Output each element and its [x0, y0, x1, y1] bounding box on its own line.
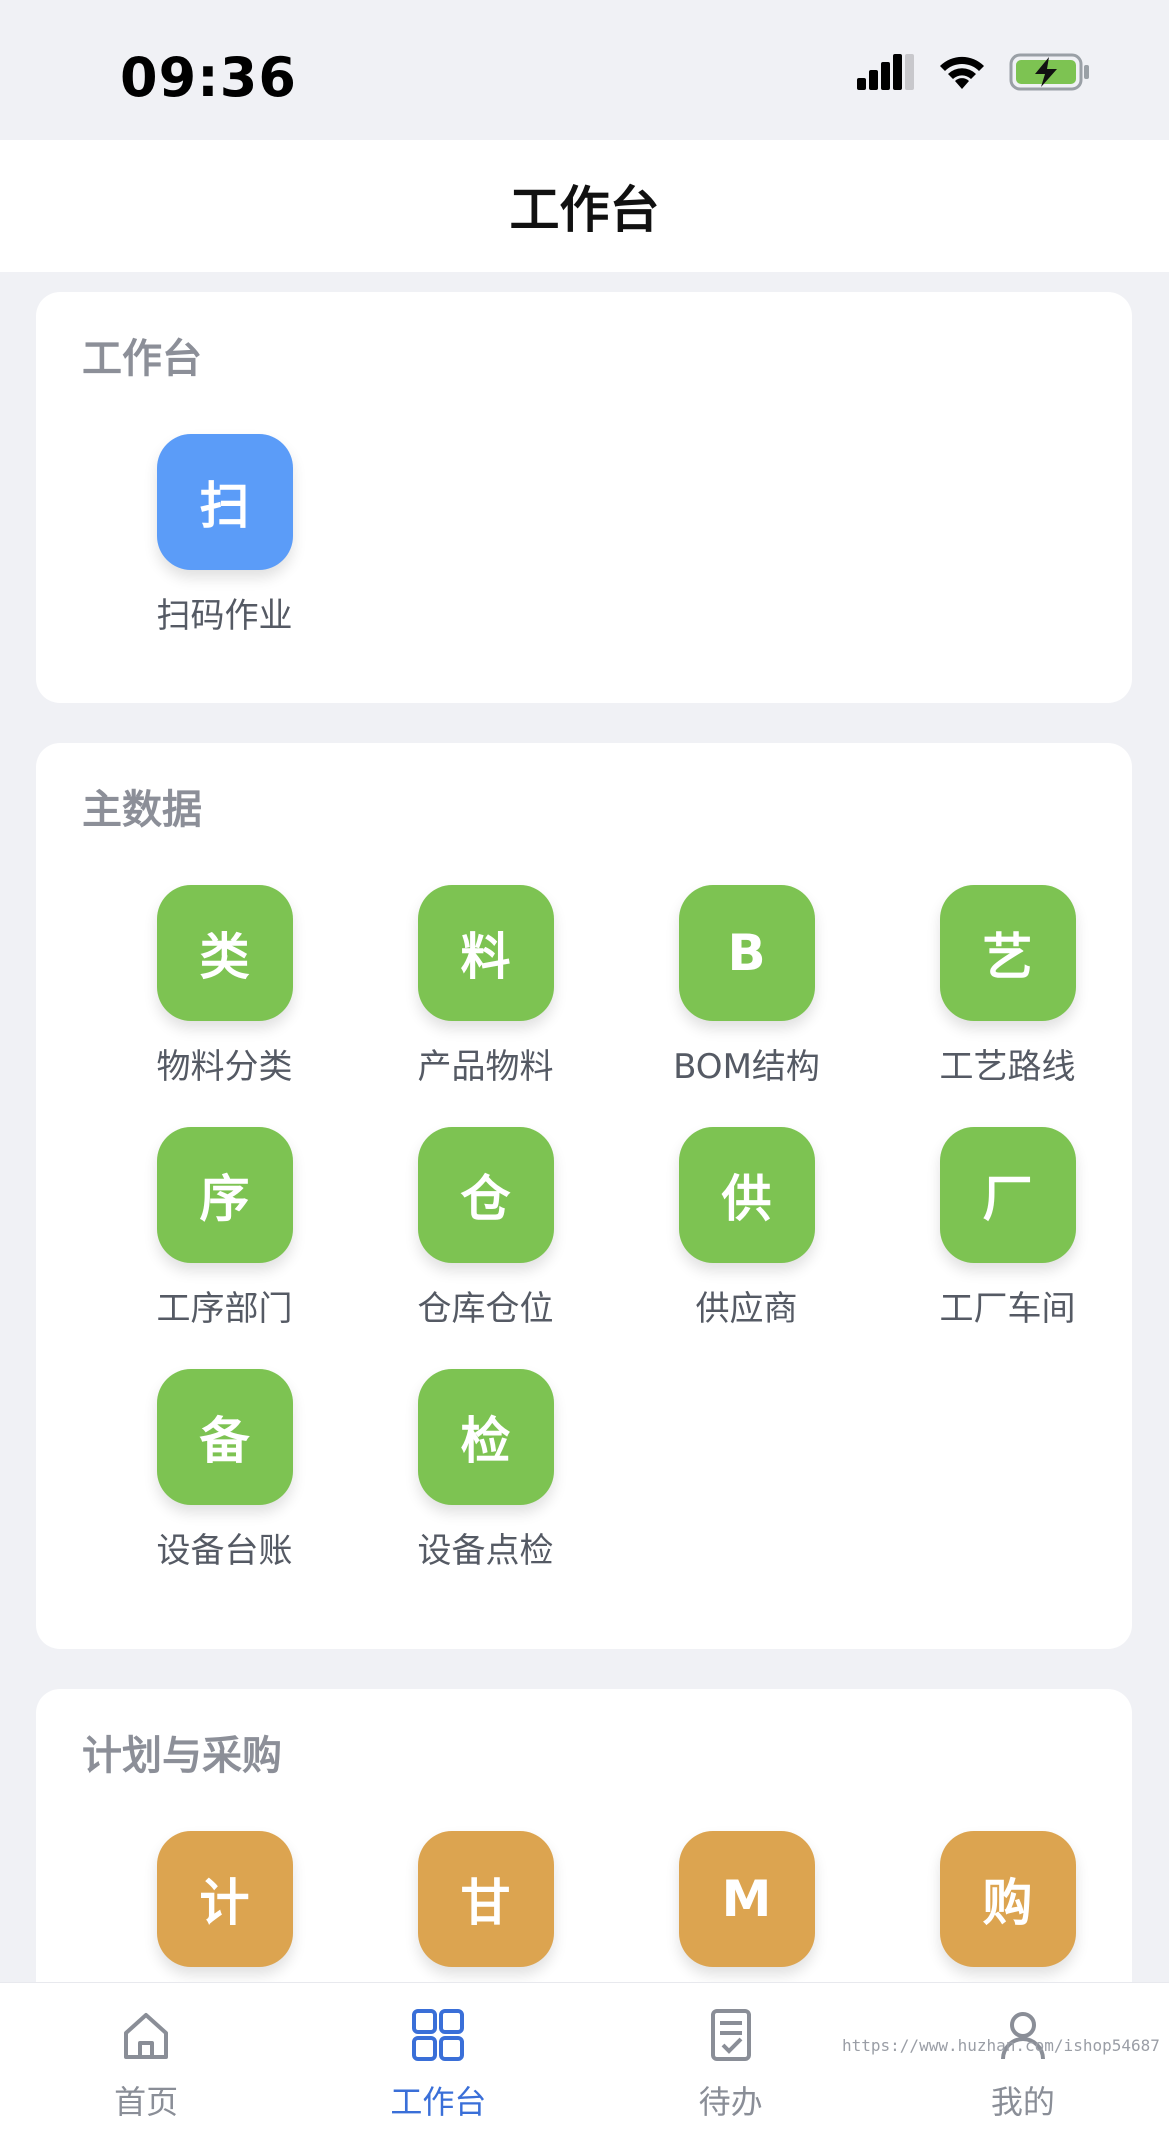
app-factory-workshop[interactable]: 厂 工厂车间: [877, 1127, 1138, 1329]
page-title: 工作台: [509, 181, 660, 239]
app-process-route[interactable]: 艺 工艺路线: [877, 885, 1138, 1087]
app-process-department[interactable]: 序 工序部门: [94, 1127, 355, 1329]
app-label: 工艺路线: [939, 1047, 1076, 1087]
app-tile-icon[interactable]: 计: [156, 1831, 293, 1967]
section-title: 计划与采购: [82, 1733, 282, 1779]
app-label: 设备台账: [156, 1531, 293, 1571]
app-mrp[interactable]: M: [616, 1831, 877, 1967]
app-material-category[interactable]: 类 物料分类: [94, 885, 355, 1087]
app-label: 产品物料: [417, 1047, 554, 1087]
app-tile-icon[interactable]: 备: [156, 1369, 293, 1505]
nav-bar: 工作台: [0, 140, 1169, 272]
app-bom-structure[interactable]: B BOM结构: [616, 885, 877, 1087]
status-bar: 09:36: [0, 0, 1169, 140]
app-warehouse-location[interactable]: 仓 仓库仓位: [355, 1127, 616, 1329]
battery-charging-icon: [1009, 53, 1089, 91]
app-tile-icon[interactable]: 艺: [939, 885, 1076, 1021]
app-label: 设备点检: [417, 1531, 554, 1571]
app-label: 工厂车间: [939, 1289, 1076, 1329]
tab-workbench[interactable]: 工作台: [292, 1983, 584, 2139]
app-product-material[interactable]: 料 产品物料: [355, 885, 616, 1087]
todo-icon: [710, 2009, 751, 2061]
app-label: 物料分类: [156, 1047, 293, 1087]
section-card-planning-purchasing: 计划与采购 计 甘 M 购: [36, 1689, 1132, 2009]
app-label: 扫码作业: [156, 596, 293, 636]
app-tile-icon[interactable]: 检: [417, 1369, 554, 1505]
user-icon: [1000, 2012, 1045, 2060]
app-tile-icon[interactable]: M: [678, 1831, 815, 1967]
app-tile-icon[interactable]: 序: [156, 1127, 293, 1263]
app-label: 仓库仓位: [417, 1289, 554, 1329]
tab-label: 我的: [990, 2083, 1055, 2121]
cellular-icon: [857, 54, 914, 90]
app-label: 工序部门: [156, 1289, 293, 1329]
app-label: BOM结构: [673, 1047, 820, 1087]
app-tile-icon[interactable]: 甘: [417, 1831, 554, 1967]
tab-home[interactable]: 首页: [0, 1983, 292, 2139]
section-title: 主数据: [82, 787, 202, 833]
app-plan[interactable]: 计: [94, 1831, 355, 1967]
tab-mine[interactable]: 我的: [877, 1983, 1169, 2139]
app-grid: 计 甘 M 购: [94, 1831, 1138, 1967]
app-purchase[interactable]: 购: [877, 1831, 1138, 1967]
status-time: 09:36: [120, 46, 297, 109]
app-tile-icon[interactable]: 购: [939, 1831, 1076, 1967]
app-equipment-inspection[interactable]: 检 设备点检: [355, 1369, 616, 1571]
wifi-icon: [940, 56, 984, 89]
app-gantt[interactable]: 甘: [355, 1831, 616, 1967]
status-icons: [857, 52, 1091, 92]
app-tile-icon[interactable]: 供: [678, 1127, 815, 1263]
app-tile-icon[interactable]: B: [678, 885, 815, 1021]
app-tile-icon[interactable]: 厂: [939, 1127, 1076, 1263]
home-icon: [124, 2013, 169, 2059]
app-scan[interactable]: 扫 扫码作业: [94, 434, 355, 636]
tab-label: 工作台: [390, 2083, 487, 2121]
app-tile-icon[interactable]: 类: [156, 885, 293, 1021]
app-grid: 类 物料分类 料 产品物料 B BOM结构 艺 工艺路线 序 工序部门 仓 仓库…: [94, 885, 1138, 1571]
section-card-master-data: 主数据 类 物料分类 料 产品物料 B BOM结构 艺 工艺路线 序 工序部门 …: [36, 743, 1132, 1649]
app-tile-icon[interactable]: 料: [417, 885, 554, 1021]
app-supplier[interactable]: 供 供应商: [616, 1127, 877, 1329]
section-title: 工作台: [82, 336, 202, 382]
app-tile-icon[interactable]: 扫: [156, 434, 293, 570]
bottom-tab-bar: 首页 工作台 待办 我的: [0, 1982, 1169, 2139]
app-tile-icon[interactable]: 仓: [417, 1127, 554, 1263]
app-grid: 扫 扫码作业: [94, 434, 1138, 636]
tab-label: 首页: [114, 2083, 179, 2121]
app-label: 供应商: [695, 1289, 798, 1329]
tab-todo[interactable]: 待办: [585, 1983, 877, 2139]
tab-label: 待办: [698, 2083, 763, 2121]
app-equipment-ledger[interactable]: 备 设备台账: [94, 1369, 355, 1571]
watermark-text: https://www.huzhan.com/ishop54687: [842, 2036, 1160, 2055]
grid-icon: [412, 2009, 465, 2061]
section-card-workbench: 工作台 扫 扫码作业: [36, 292, 1132, 703]
